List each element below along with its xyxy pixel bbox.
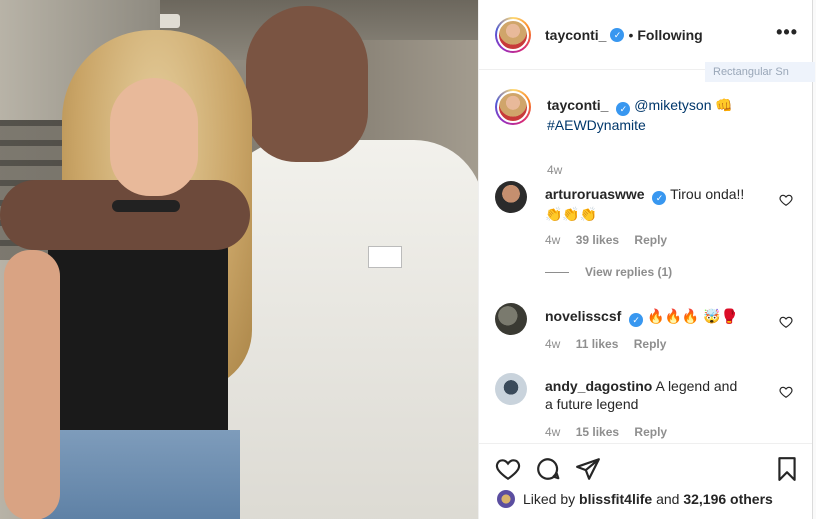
comment-item: novelisscsf ✓ 🔥🔥🔥 🤯🥊 4w 11 likes Reply (495, 303, 795, 363)
comment-time[interactable]: 4w (545, 425, 560, 439)
verified-badge-icon: ✓ (616, 102, 631, 116)
comments-list[interactable]: tayconti_ ✓ @miketyson 👊 #AEWDynamite 4w… (479, 71, 812, 443)
post-header: tayconti_ ✓ • Following ••• Rectangular … (479, 0, 815, 82)
caption-avatar[interactable] (495, 89, 531, 125)
comment-likes[interactable]: 39 likes (576, 233, 619, 247)
comment-meta: 4w 39 likes Reply (545, 233, 667, 247)
view-replies-label: View replies (1) (585, 265, 673, 279)
likes-and: and (656, 491, 680, 507)
separator-dot: • (628, 26, 634, 43)
post-photo[interactable] (0, 0, 478, 519)
photo-woman-jeans (40, 430, 240, 519)
likes-summary[interactable]: Liked by blissfit4life and 32,196 others (497, 490, 773, 508)
comment-body: 🔥🔥🔥 🤯🥊 (647, 308, 739, 324)
comment-reply-button[interactable]: Reply (634, 337, 667, 351)
comment-time[interactable]: 4w (545, 337, 560, 351)
comment-username[interactable]: arturoruaswwe (545, 186, 645, 202)
comment-time[interactable]: 4w (545, 233, 560, 247)
liker-username[interactable]: blissfit4life (579, 491, 652, 507)
verified-badge-icon: ✓ (610, 27, 625, 42)
bookmark-icon[interactable] (774, 456, 800, 482)
caption-emoji: 👊 (715, 97, 733, 113)
photo-man-arm (0, 180, 250, 250)
comment-heart-icon[interactable] (779, 193, 793, 207)
view-replies-button[interactable]: View replies (1) (545, 265, 672, 279)
comment-avatar[interactable] (495, 303, 527, 335)
heart-icon[interactable] (495, 456, 521, 482)
comment-username[interactable]: novelisscsf (545, 308, 621, 324)
comment-item: arturoruaswwe ✓ Tirou onda!! 👏👏👏 4w 39 l… (495, 181, 795, 281)
comment-emoji: 👏👏👏 (545, 206, 598, 222)
caption-username[interactable]: tayconti_ (547, 97, 608, 113)
photo-man-head (246, 6, 368, 162)
verified-badge-icon: ✓ (652, 191, 667, 205)
comment-avatar[interactable] (495, 181, 527, 213)
comment-text: arturoruaswwe ✓ Tirou onda!! 👏👏👏 (545, 185, 745, 223)
send-icon[interactable] (575, 456, 601, 482)
comment-meta: 4w 15 likes Reply (545, 425, 667, 439)
comment-likes[interactable]: 15 likes (576, 425, 619, 439)
author-avatar[interactable] (495, 16, 531, 53)
comment-likes[interactable]: 11 likes (576, 337, 619, 351)
photo-woman-face (110, 78, 198, 196)
comment-avatar[interactable] (495, 373, 527, 405)
likes-others[interactable]: 32,196 others (683, 491, 773, 507)
caption-mention[interactable]: @miketyson (634, 97, 711, 113)
liker-avatar[interactable] (497, 490, 515, 508)
photo-choker (112, 200, 180, 212)
photo-shirt-label (368, 246, 402, 268)
comment-reply-button[interactable]: Reply (634, 425, 667, 439)
caption-time[interactable]: 4w (547, 163, 562, 177)
comment-username[interactable]: andy_dagostino (545, 378, 652, 394)
photo-man-shirt (222, 140, 478, 519)
comment-text: andy_dagostino A legend and a future leg… (545, 377, 745, 413)
caption-text: tayconti_ ✓ @miketyson 👊 #AEWDynamite (547, 96, 733, 134)
post-side-panel: tayconti_ ✓ • Following ••• Rectangular … (478, 0, 815, 519)
following-button[interactable]: Following (637, 27, 702, 43)
more-horizontal-icon[interactable]: ••• (776, 22, 798, 43)
comment-icon[interactable] (535, 456, 561, 482)
comment-text: novelisscsf ✓ 🔥🔥🔥 🤯🥊 (545, 307, 745, 327)
comment-meta: 4w 11 likes Reply (545, 337, 666, 351)
comment-reply-button[interactable]: Reply (634, 233, 667, 247)
verified-badge-icon: ✓ (629, 313, 644, 327)
comment-heart-icon[interactable] (779, 385, 793, 399)
replies-line (545, 271, 569, 273)
post-actions: Liked by blissfit4life and 32,196 others (479, 443, 812, 519)
comment-heart-icon[interactable] (779, 315, 793, 329)
comment-body: Tirou onda!! (670, 186, 745, 202)
photo-woman-arm (4, 250, 60, 519)
likes-prefix: Liked by (523, 491, 576, 507)
caption-hashtag[interactable]: #AEWDynamite (547, 117, 646, 133)
comment-item: andy_dagostino A legend and a future leg… (495, 373, 795, 443)
author-username[interactable]: tayconti_ (545, 27, 606, 43)
